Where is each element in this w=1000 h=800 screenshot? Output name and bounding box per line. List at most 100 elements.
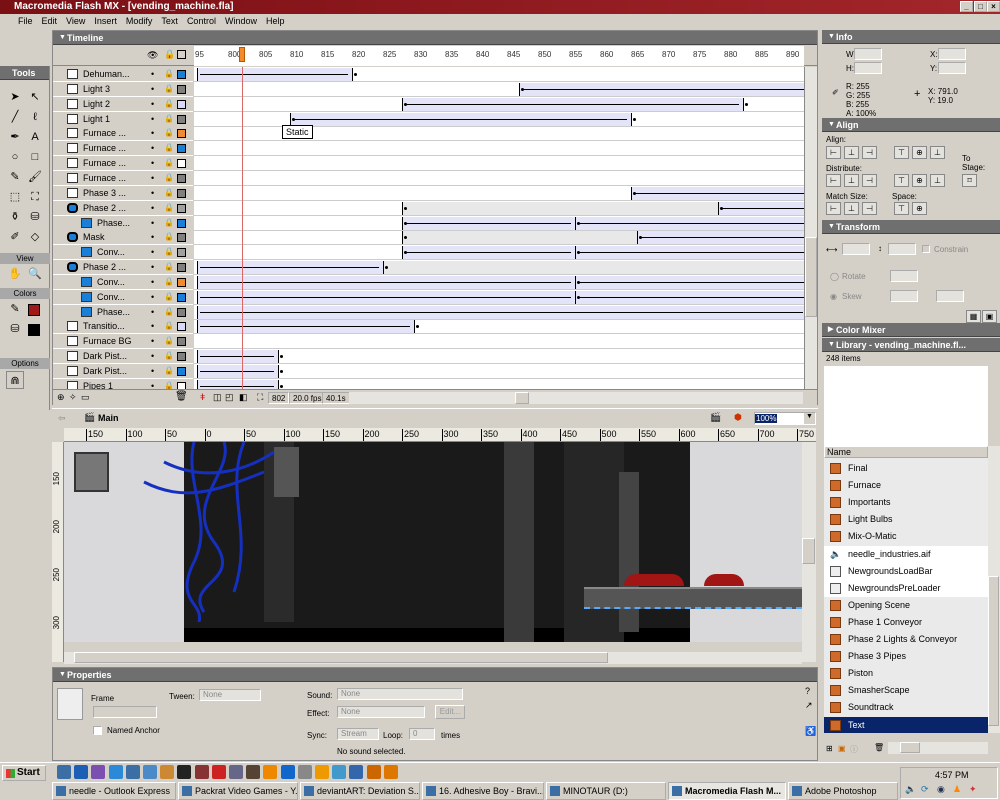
frame-row[interactable]: [194, 141, 804, 157]
w-input[interactable]: [854, 48, 882, 60]
layer-color-box[interactable]: [177, 352, 186, 362]
quick-launch-icon[interactable]: [160, 765, 175, 779]
tween-span[interactable]: [197, 275, 576, 289]
onion-skin-icon[interactable]: ◫: [213, 392, 222, 403]
quick-launch-icon[interactable]: [349, 765, 364, 779]
update-icon[interactable]: ⟳: [921, 784, 929, 795]
align-button[interactable]: ⊢: [826, 202, 841, 215]
menu-file[interactable]: File: [18, 16, 33, 26]
lock-icon[interactable]: 🔒: [164, 334, 174, 348]
layer-color-box[interactable]: [177, 277, 186, 287]
layer-row[interactable]: Conv... • 🔒: [53, 289, 193, 305]
brush-tool[interactable]: 🖌: [26, 168, 44, 186]
tween-span[interactable]: [401, 97, 743, 111]
keyframe[interactable]: [383, 261, 388, 275]
layer-row[interactable]: Phase 3 ... • 🔒: [53, 185, 193, 201]
layer-color-box[interactable]: [177, 248, 186, 258]
lock-icon[interactable]: 🔒: [164, 141, 174, 155]
align-button[interactable]: ⊥: [930, 174, 945, 187]
menu-help[interactable]: Help: [266, 16, 285, 26]
library-item[interactable]: Phase 3 Pipes: [824, 648, 988, 665]
lock-icon[interactable]: 🔒: [164, 126, 174, 140]
quick-launch-icon[interactable]: [194, 765, 209, 779]
layer-color-box[interactable]: [177, 307, 186, 317]
layer-color-box[interactable]: [177, 99, 186, 109]
transform-header[interactable]: ▼ Transform: [822, 220, 1000, 234]
menu-view[interactable]: View: [66, 16, 85, 26]
visibility-dot[interactable]: •: [151, 334, 154, 348]
onion-markers-icon[interactable]: ⛶: [257, 392, 263, 403]
align-button[interactable]: ⊤: [894, 202, 909, 215]
add-guide-layer-icon[interactable]: ✧: [69, 392, 77, 403]
tween-span[interactable]: [383, 261, 804, 275]
named-anchor-checkbox[interactable]: [93, 726, 102, 735]
align-header[interactable]: ▼ Align: [822, 118, 1000, 132]
maximize-button[interactable]: □: [974, 1, 987, 12]
stage-vertical-scrollbar[interactable]: [802, 442, 816, 662]
keyframe[interactable]: [742, 97, 748, 111]
lock-icon[interactable]: 🔒: [164, 245, 174, 259]
visibility-dot[interactable]: •: [151, 82, 154, 96]
tween-span[interactable]: [197, 261, 383, 275]
quick-launch-icon[interactable]: [125, 765, 140, 779]
close-button[interactable]: ×: [987, 1, 1000, 12]
keyframe[interactable]: [401, 216, 407, 230]
visibility-dot[interactable]: •: [151, 97, 154, 111]
skew-v-input[interactable]: [936, 290, 964, 302]
library-item[interactable]: 🔈 needle_industries.aif: [824, 545, 988, 563]
layer-color-box[interactable]: [177, 144, 186, 154]
lock-icon[interactable]: 🔒: [164, 260, 174, 274]
tween-span[interactable]: [401, 201, 718, 215]
library-item[interactable]: Piston: [824, 665, 988, 682]
library-header[interactable]: ▼ Library - vending_machine.fl...: [822, 338, 1000, 352]
align-button[interactable]: ⊥: [844, 146, 859, 159]
frame-row[interactable]: [194, 305, 804, 320]
library-item[interactable]: Text: [824, 716, 988, 733]
library-item[interactable]: Phase 2 Lights & Conveyor: [824, 631, 988, 648]
frame-row[interactable]: [194, 186, 804, 201]
lock-icon[interactable]: 🔒: [164, 49, 175, 60]
taskbar-button[interactable]: MINOTAUR (D:): [546, 782, 666, 800]
align-button[interactable]: ⊥: [930, 146, 945, 159]
frame-row[interactable]: [194, 171, 804, 186]
lasso-tool[interactable]: ℓ: [26, 108, 44, 126]
taskbar-button[interactable]: needle - Outlook Express: [52, 782, 176, 800]
layer-color-box[interactable]: [177, 173, 186, 183]
tween-span[interactable]: [197, 365, 278, 378]
lock-icon[interactable]: 🔒: [164, 97, 174, 111]
back-arrow-icon[interactable]: ⇦: [58, 413, 66, 424]
frame-row[interactable]: [194, 97, 804, 112]
pen-tool[interactable]: ✒: [6, 128, 24, 146]
quick-launch-icon[interactable]: [108, 765, 123, 779]
timeline-header[interactable]: ▼ Timeline: [53, 31, 817, 45]
layer-row[interactable]: Phase 2 ... • 🔒: [53, 260, 193, 276]
onion-outline-icon[interactable]: ◰: [225, 392, 234, 403]
to-stage-button[interactable]: ⌑: [962, 174, 977, 187]
align-button[interactable]: ⊥: [844, 174, 859, 187]
lock-icon[interactable]: 🔒: [164, 290, 174, 304]
align-button[interactable]: ⊣: [862, 174, 877, 187]
keyframe[interactable]: [631, 186, 636, 200]
rotate-radio[interactable]: ◯: [830, 272, 839, 281]
library-item[interactable]: Phase 1 Conveyor: [824, 614, 988, 631]
layer-color-box[interactable]: [177, 292, 186, 302]
rectangle-tool[interactable]: □: [26, 148, 44, 166]
align-button[interactable]: ⊣: [862, 146, 877, 159]
lock-icon[interactable]: 🔒: [164, 82, 174, 96]
fill-color-swatch[interactable]: [28, 324, 40, 336]
tween-span[interactable]: [575, 246, 804, 260]
tray-app-icon[interactable]: ✦: [969, 784, 977, 795]
tween-span[interactable]: [575, 290, 804, 304]
keyframe[interactable]: [290, 112, 295, 126]
menu-insert[interactable]: Insert: [94, 16, 117, 26]
text-tool[interactable]: A: [26, 128, 44, 146]
edit-multiple-icon[interactable]: ◧: [239, 392, 248, 403]
keyframe[interactable]: [352, 68, 357, 81]
fill-transform-tool[interactable]: ⛶: [26, 188, 44, 206]
edit-button[interactable]: Edit...: [435, 705, 465, 719]
aim-icon[interactable]: ♟: [953, 784, 961, 795]
quick-launch-icon[interactable]: [383, 765, 398, 779]
layer-row[interactable]: Light 3 • 🔒: [53, 81, 193, 97]
quick-launch-icon[interactable]: [143, 765, 157, 779]
keyframe[interactable]: [414, 320, 419, 334]
